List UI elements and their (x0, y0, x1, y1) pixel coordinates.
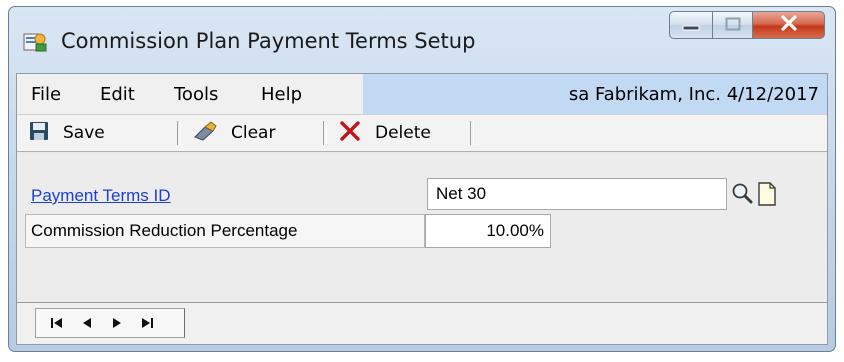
close-button[interactable] (753, 11, 825, 39)
maximize-button[interactable] (713, 11, 753, 39)
save-button[interactable]: Save (29, 115, 105, 151)
close-icon (780, 15, 798, 35)
record-navigation-bar (17, 302, 827, 344)
previous-record-icon[interactable] (80, 316, 94, 330)
payment-terms-id-link[interactable]: Payment Terms ID (31, 186, 171, 206)
floppy-disk-icon (29, 121, 49, 145)
clear-label: Clear (231, 123, 276, 143)
menu-edit[interactable]: Edit (100, 84, 135, 105)
form-area: Payment Terms ID Net 30 Commission Reduc… (17, 154, 827, 304)
menu-bar: File Edit Tools Help sa Fabrikam, Inc. 4… (17, 74, 827, 114)
menu-file[interactable]: File (31, 84, 61, 105)
app-window: Commission Plan Payment Terms Setup File… (8, 6, 836, 352)
clear-button[interactable]: Clear (193, 115, 275, 151)
menu-help[interactable]: Help (261, 84, 302, 105)
maximize-icon (725, 16, 741, 35)
new-record-button[interactable] (757, 182, 777, 210)
menu-tools[interactable]: Tools (174, 84, 218, 105)
new-document-icon (757, 182, 777, 210)
window-client-area: File Edit Tools Help sa Fabrikam, Inc. 4… (16, 73, 828, 345)
title-bar[interactable]: Commission Plan Payment Terms Setup (9, 7, 835, 73)
window-controls (669, 11, 825, 41)
red-x-icon (339, 120, 361, 146)
minimize-button[interactable] (669, 11, 713, 39)
toolbar-separator (470, 121, 474, 145)
toolbar: Save Clear Delete (17, 114, 827, 152)
commission-reduction-label: Commission Reduction Percentage (31, 221, 298, 240)
record-navigation-group (35, 308, 185, 338)
delete-button[interactable]: Delete (339, 115, 431, 151)
toolbar-separator (323, 121, 327, 145)
toolbar-separator (177, 121, 181, 145)
lookup-button[interactable] (731, 182, 753, 208)
commission-reduction-field[interactable]: 10.00% (425, 214, 551, 248)
delete-label: Delete (375, 123, 431, 143)
eraser-icon (193, 121, 217, 145)
payment-terms-id-field[interactable]: Net 30 (427, 178, 727, 210)
save-label: Save (63, 123, 105, 143)
window-title: Commission Plan Payment Terms Setup (61, 29, 476, 53)
window-app-icon (23, 31, 47, 53)
next-record-icon[interactable] (110, 316, 124, 330)
first-record-icon[interactable] (50, 316, 64, 330)
minimize-icon (682, 16, 700, 35)
last-record-icon[interactable] (140, 316, 154, 330)
magnifier-icon (731, 183, 753, 208)
user-company-date: sa Fabrikam, Inc. 4/12/2017 (568, 84, 819, 105)
